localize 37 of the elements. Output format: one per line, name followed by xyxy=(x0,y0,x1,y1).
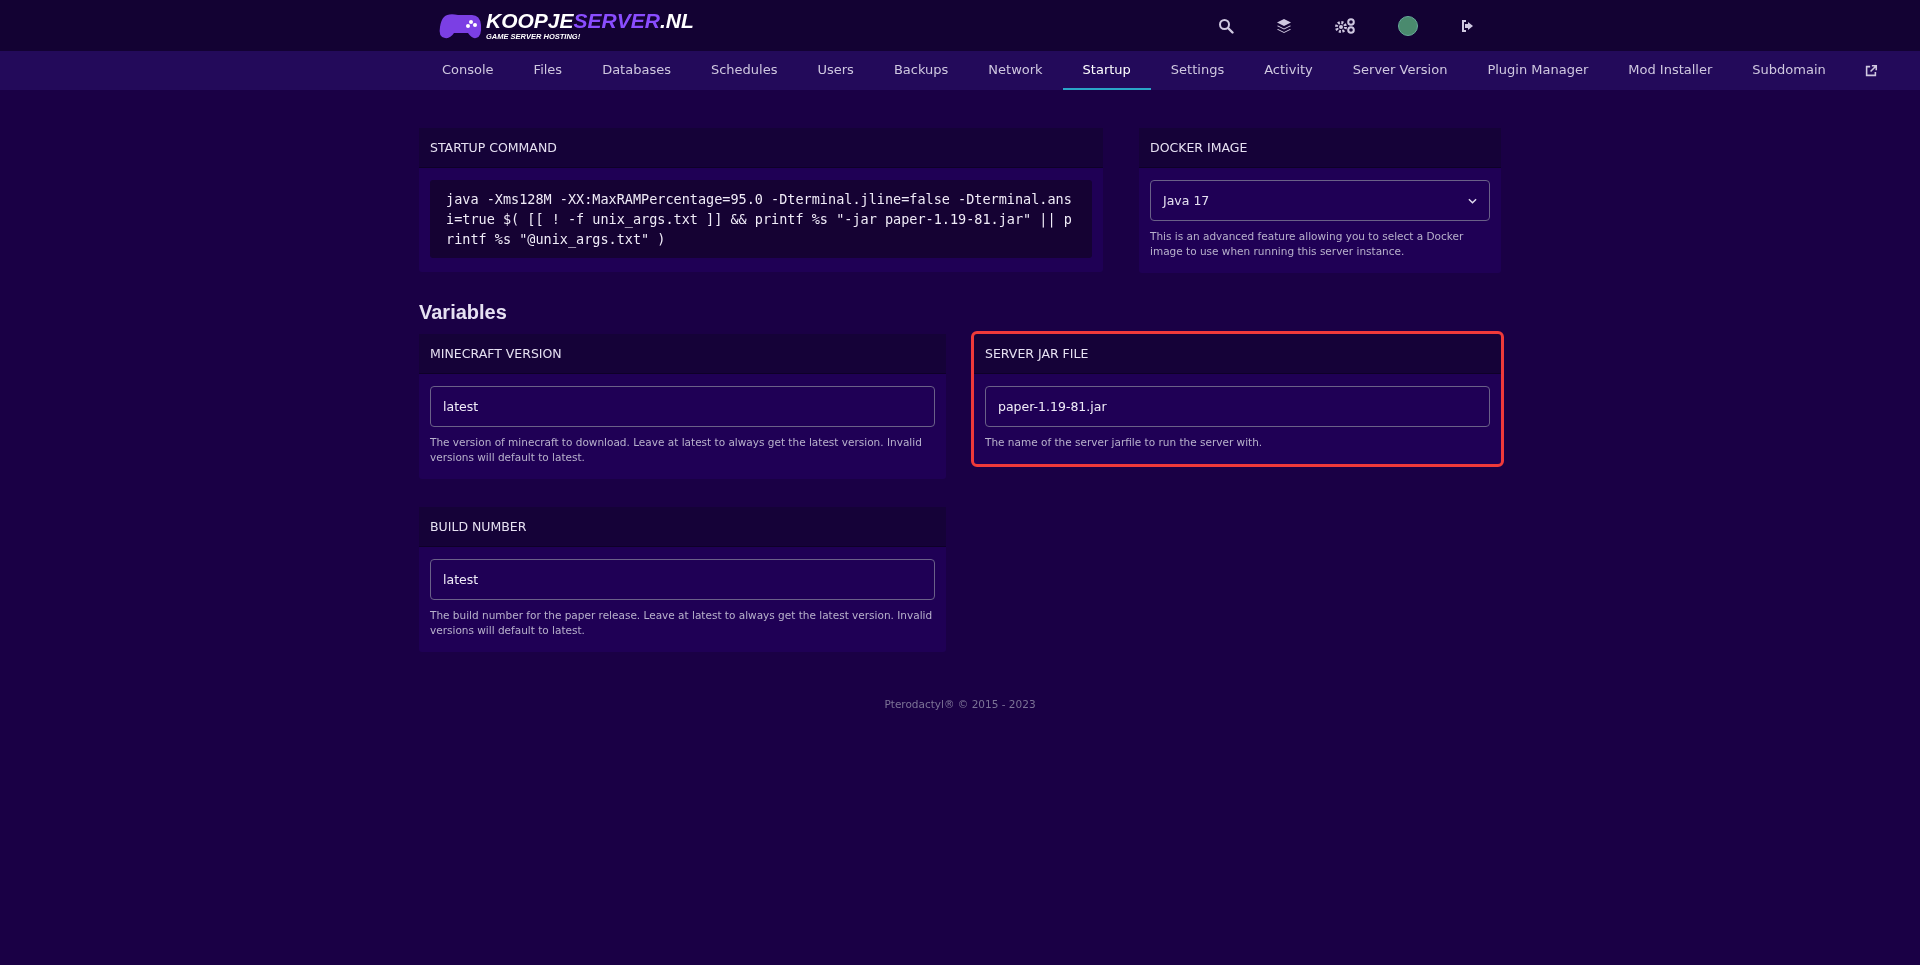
command-text: java -Xms128M -XX:MaxRAMPercentage=95.0 -Dterminal.jline=false -Dterminal.ansi=true $( [[ ! -f unix_args.txt ]] && printf %s "-jar paper-1.19-81.jar" || printf %s "@unix_args.txt" ) xyxy=(430,180,1092,258)
chevron-down-icon xyxy=(1468,197,1477,204)
docker-image-select[interactable]: Java 17 xyxy=(1150,180,1490,221)
external-link-icon[interactable] xyxy=(1863,63,1878,78)
nav-tab[interactable]: Databases xyxy=(582,51,691,90)
nav-tab[interactable]: Settings xyxy=(1150,51,1245,90)
field-description: The name of the server jarfile to run the server with. xyxy=(985,435,1264,450)
nav-tab[interactable]: Backups xyxy=(873,51,969,90)
search-icon[interactable] xyxy=(1218,17,1234,34)
nav-tab[interactable]: Network xyxy=(968,51,1063,90)
nav-tab[interactable]: Activity xyxy=(1244,51,1333,90)
input-field[interactable]: latest xyxy=(430,559,935,600)
layers-icon[interactable] xyxy=(1276,17,1292,34)
nav-tab[interactable]: Subdomain xyxy=(1732,51,1846,90)
nav-tab[interactable]: Server Version xyxy=(1332,51,1468,90)
avatar[interactable] xyxy=(1398,15,1418,36)
field-description: The build number for the paper release. Leave at latest to always get the latest version. Invalid versions will default to latest. xyxy=(430,608,934,638)
nav-tab[interactable]: Schedules xyxy=(690,51,798,90)
field-description: This is an advanced feature allowing you to select a Docker image to use when running this server instance. xyxy=(1150,229,1465,259)
card-title: MINECRAFT VERSION xyxy=(419,334,946,374)
nav-tab[interactable]: Files xyxy=(513,51,583,90)
nav-tab[interactable]: Console xyxy=(422,51,514,90)
nav-tab[interactable]: Startup xyxy=(1062,51,1151,90)
card-title: SERVER JAR FILE xyxy=(974,334,1501,374)
nav-tab[interactable]: Users xyxy=(797,51,874,90)
settings-icon[interactable] xyxy=(1334,17,1356,34)
card-title: BUILD NUMBER xyxy=(419,507,946,547)
nav-tab[interactable]: Plugin Manager xyxy=(1467,51,1609,90)
card-title: STARTUP COMMAND xyxy=(419,128,1103,168)
field-description: The version of minecraft to download. Leave at latest to always get the latest version. Invalid versions will default to latest. xyxy=(430,435,923,465)
input-field[interactable]: latest xyxy=(430,386,935,427)
logo-wordmark: KOOPJESERVER.NL xyxy=(486,10,694,32)
nav-tab[interactable]: Mod Installer xyxy=(1608,51,1733,90)
footer-text: Pterodactyl® © 2015 - 2023 xyxy=(883,698,1037,710)
input-field[interactable]: paper-1.19-81.jar xyxy=(985,386,1490,427)
section-heading: Variables xyxy=(419,301,508,324)
card-title: DOCKER IMAGE xyxy=(1139,128,1501,168)
